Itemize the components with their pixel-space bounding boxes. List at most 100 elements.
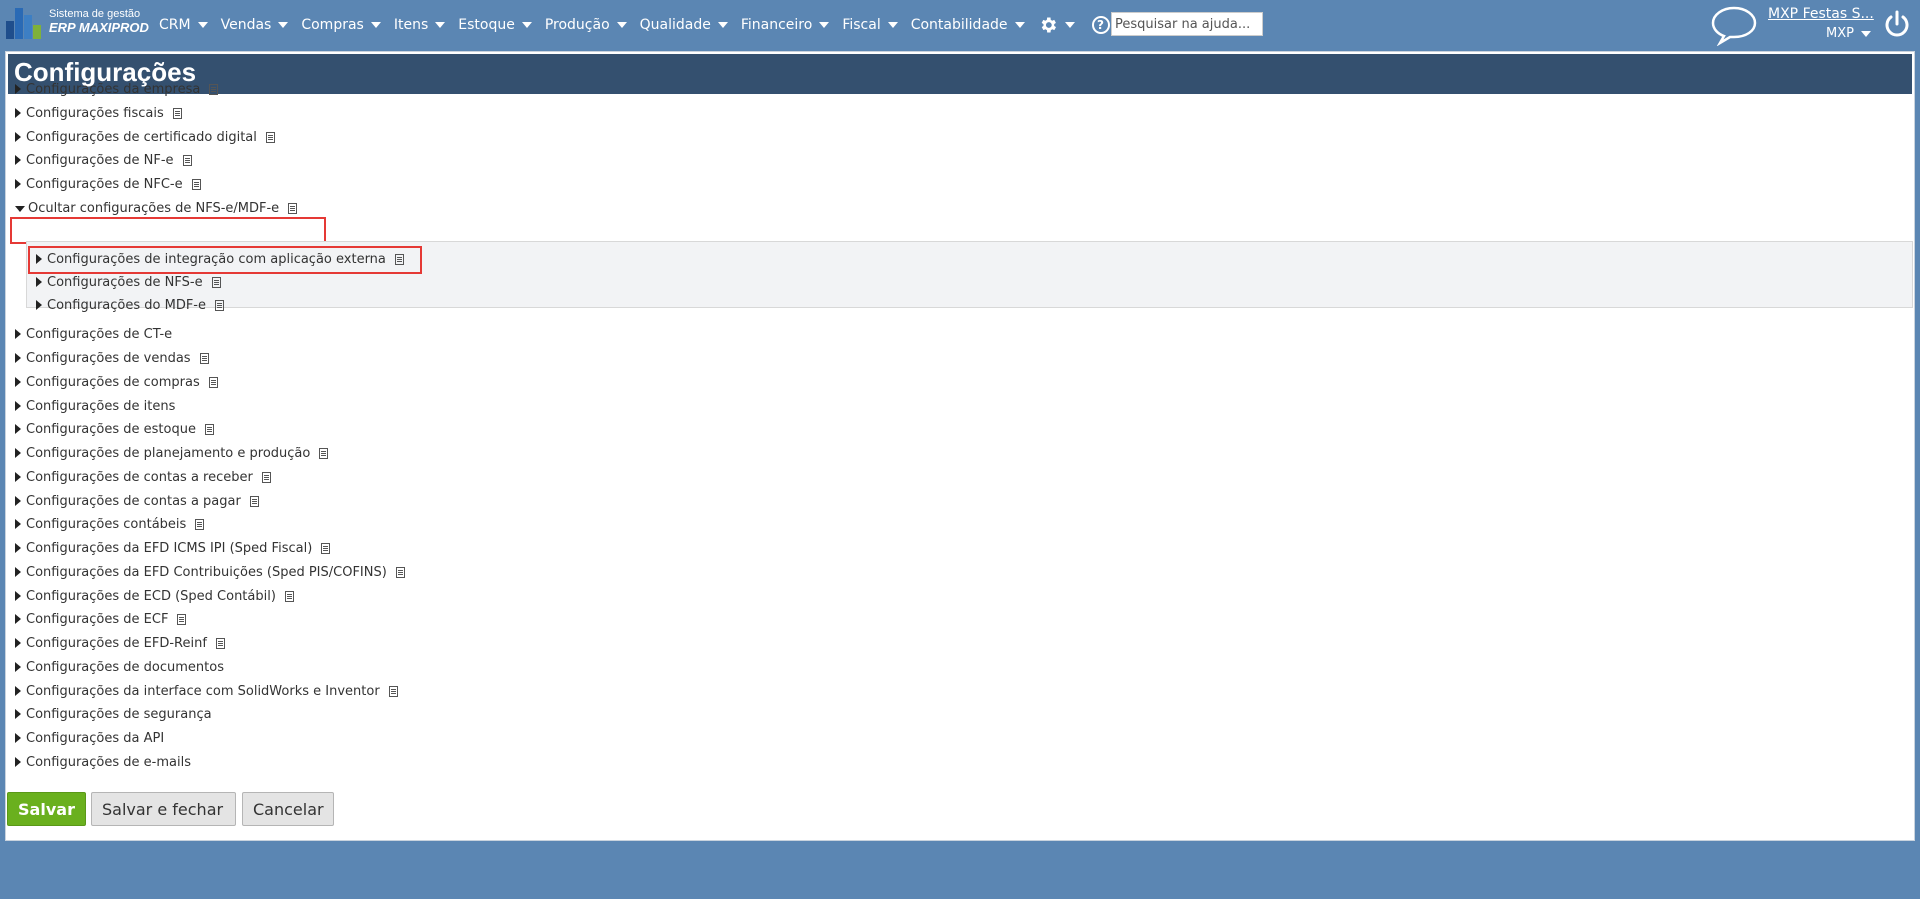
tree-item-solidworks[interactable]: Configurações da interface com SolidWork…	[15, 681, 398, 701]
page-header: Configurações	[8, 54, 1912, 94]
document-icon[interactable]	[249, 495, 259, 507]
document-icon[interactable]	[199, 352, 209, 364]
document-icon[interactable]	[182, 154, 192, 166]
tree-item-nfse[interactable]: Configurações de NFS-e	[36, 272, 221, 292]
tree-item-cte[interactable]: Configurações de CT-e	[15, 324, 172, 344]
tree-item-itens[interactable]: Configurações de itens	[15, 396, 175, 416]
tree-item-api[interactable]: Configurações da API	[15, 728, 164, 748]
menu-vendas[interactable]: Vendas	[221, 17, 289, 33]
tree-item-label: Configurações fiscais	[26, 105, 164, 121]
tree-item-seguranca[interactable]: Configurações de segurança	[15, 704, 212, 724]
help-icon: ?	[1091, 15, 1110, 34]
document-icon[interactable]	[208, 376, 218, 388]
tree-item-nfce[interactable]: Configurações de NFC-e	[15, 174, 201, 194]
tree-item-nfe[interactable]: Configurações de NF-e	[15, 150, 192, 170]
company-selector[interactable]: MXP	[1826, 26, 1871, 41]
expand-icon	[15, 179, 21, 189]
tree-item-planejamento[interactable]: Configurações de planejamento e produção	[15, 443, 329, 463]
chevron-down-icon	[197, 21, 208, 28]
tree-item-vendas[interactable]: Configurações de vendas	[15, 348, 209, 368]
tree-item-label: Configurações de estoque	[26, 421, 196, 437]
menu-compras-label: Compras	[301, 16, 364, 33]
document-icon[interactable]	[211, 276, 221, 288]
menu-estoque[interactable]: Estoque	[458, 17, 532, 33]
tree-item-label: Configurações de planejamento e produção	[26, 445, 311, 461]
tree-item-label: Configurações de documentos	[26, 659, 224, 675]
menu-qualidade[interactable]: Qualidade	[640, 17, 728, 33]
document-icon[interactable]	[284, 590, 294, 602]
chevron-down-icon	[1860, 30, 1871, 37]
brand: Sistema de gestão ERP MAXIPROD	[49, 7, 149, 35]
menu-producao[interactable]: Produção	[545, 17, 627, 33]
document-icon[interactable]	[388, 685, 398, 697]
document-icon[interactable]	[288, 202, 298, 214]
tree-item-efd-reinf[interactable]: Configurações de EFD-Reinf	[15, 633, 225, 653]
tree-item-label: Configurações de NF-e	[26, 152, 174, 168]
document-icon[interactable]	[321, 542, 331, 554]
document-icon[interactable]	[394, 253, 404, 265]
tree-item-documentos[interactable]: Configurações de documentos	[15, 657, 224, 677]
expand-icon	[15, 401, 21, 411]
tree-item-integracao[interactable]: Configurações de integração com aplicaçã…	[36, 249, 404, 269]
cancel-button[interactable]: Cancelar	[242, 792, 334, 826]
gear-icon	[1041, 17, 1056, 32]
chevron-down-icon	[1064, 21, 1075, 28]
document-icon[interactable]	[195, 518, 205, 530]
document-icon[interactable]	[172, 107, 182, 119]
document-icon[interactable]	[261, 471, 271, 483]
tree-item-certificado[interactable]: Configurações de certificado digital	[15, 127, 275, 147]
tree-item-estoque[interactable]: Configurações de estoque	[15, 419, 214, 439]
tree-item-label: Configurações da EFD Contribuições (Sped…	[26, 564, 387, 580]
tree-item-label: Configurações de contas a pagar	[26, 493, 241, 509]
tree-item-compras[interactable]: Configurações de compras	[15, 372, 218, 392]
tree-item-efd-icms[interactable]: Configurações da EFD ICMS IPI (Sped Fisc…	[15, 538, 331, 558]
menu-estoque-label: Estoque	[458, 16, 515, 33]
expand-icon	[15, 519, 21, 529]
document-icon[interactable]	[215, 637, 225, 649]
tree-item-ecf[interactable]: Configurações de ECF	[15, 609, 187, 629]
tree-item-fiscais[interactable]: Configurações fiscais	[15, 103, 182, 123]
power-icon[interactable]	[1883, 9, 1911, 39]
document-icon[interactable]	[395, 566, 405, 578]
tree-item-contabeis[interactable]: Configurações contábeis	[15, 514, 205, 534]
brand-line1: Sistema de gestão	[49, 8, 141, 20]
document-icon[interactable]	[265, 131, 275, 143]
tree-item-mdfe[interactable]: Configurações do MDF-e	[36, 295, 224, 315]
save-button[interactable]: Salvar	[7, 792, 86, 826]
document-icon[interactable]	[319, 447, 329, 459]
document-icon[interactable]	[191, 178, 201, 190]
help-search-input[interactable]	[1111, 12, 1263, 36]
chevron-down-icon	[370, 21, 381, 28]
menu-contabilidade[interactable]: Contabilidade	[911, 17, 1025, 33]
settings-menu[interactable]	[1038, 15, 1075, 35]
tree-item-contas-receber[interactable]: Configurações de contas a receber	[15, 467, 271, 487]
menu-itens[interactable]: Itens	[394, 17, 446, 33]
tree-item-contas-pagar[interactable]: Configurações de contas a pagar	[15, 491, 259, 511]
tree-item-label: Configurações de NFS-e	[47, 274, 203, 290]
user-name-link[interactable]: MXP Festas S...	[1768, 6, 1874, 22]
expand-icon	[15, 132, 21, 142]
document-icon[interactable]	[177, 613, 187, 625]
menu-compras[interactable]: Compras	[301, 17, 381, 33]
menu-crm[interactable]: CRM	[159, 17, 208, 33]
tree-item-nfse-mdfe-toggle[interactable]: Ocultar configurações de NFS-e/MDF-e	[15, 198, 298, 218]
company-label: MXP	[1826, 26, 1854, 41]
collapse-icon	[15, 205, 25, 212]
chat-icon[interactable]	[1710, 4, 1758, 46]
tree-item-emails[interactable]: Configurações de e-mails	[15, 752, 191, 772]
menu-financeiro[interactable]: Financeiro	[741, 17, 830, 33]
document-icon[interactable]	[209, 83, 219, 95]
save-and-close-button[interactable]: Salvar e fechar	[91, 792, 236, 826]
expand-icon	[15, 733, 21, 743]
document-icon[interactable]	[215, 299, 224, 311]
tree-item-efd-contribuicoes[interactable]: Configurações da EFD Contribuições (Sped…	[15, 562, 405, 582]
expand-icon	[15, 108, 21, 118]
tree-item-ecd[interactable]: Configurações de ECD (Sped Contábil)	[15, 586, 294, 606]
document-icon[interactable]	[204, 423, 214, 435]
maxiprod-logo-icon[interactable]	[6, 8, 44, 39]
tree-item-empresa[interactable]: Configurações da empresa	[15, 79, 219, 99]
menu-fiscal[interactable]: Fiscal	[842, 17, 898, 33]
expand-icon	[15, 543, 21, 553]
expand-icon	[15, 472, 21, 482]
brand-line2: ERP MAXIPROD	[49, 20, 149, 35]
